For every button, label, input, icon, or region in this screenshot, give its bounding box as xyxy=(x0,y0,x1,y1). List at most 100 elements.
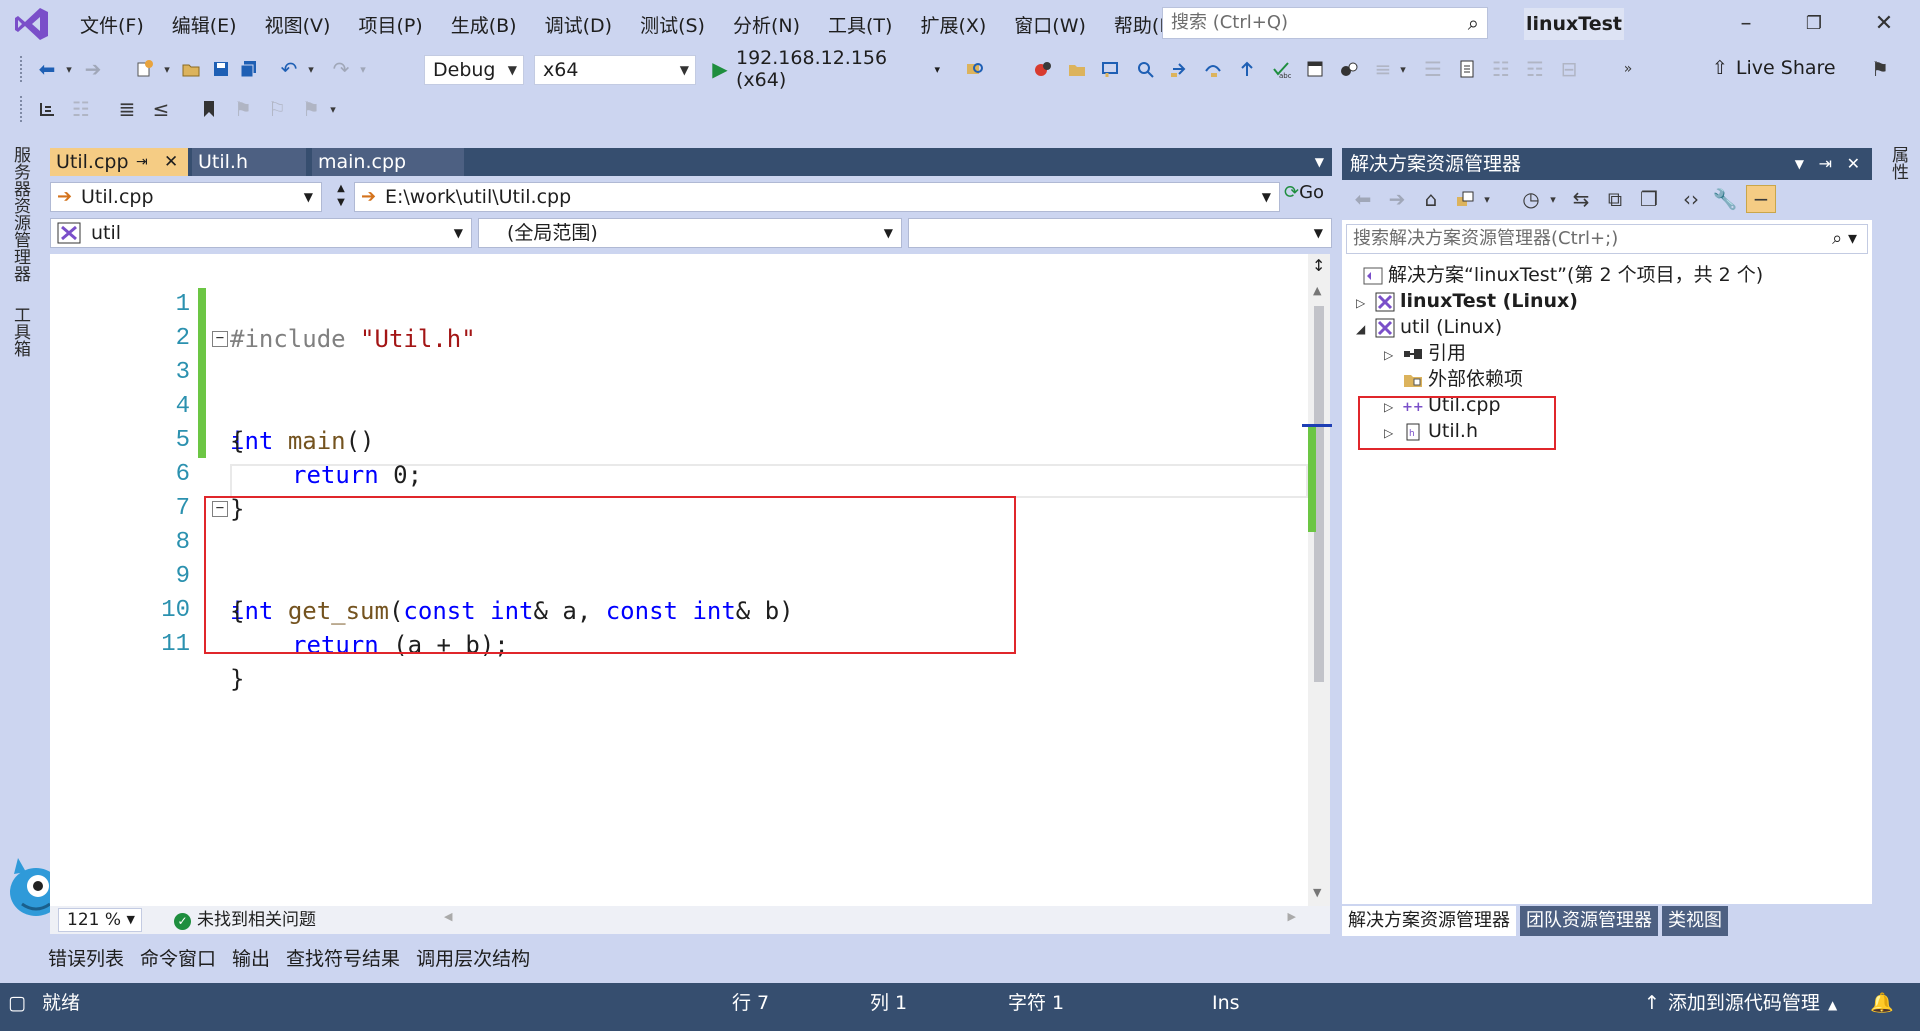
tab-class-view[interactable]: 类视图 xyxy=(1662,906,1728,936)
scroll-left-icon[interactable]: ◀ xyxy=(444,910,452,923)
menu-file[interactable]: 文件(F) xyxy=(66,11,158,38)
restore-icon[interactable]: ❐ xyxy=(1790,6,1838,42)
tree-item-project-util[interactable]: ◢ util (Linux) xyxy=(1356,314,1502,340)
collapse-icon[interactable]: ◢ xyxy=(1356,316,1374,342)
comment-icon[interactable]: ≡ xyxy=(1370,55,1396,83)
global-scope-select[interactable]: (全局范围) ▼ xyxy=(478,218,902,248)
undo-icon[interactable]: ↶ xyxy=(276,55,302,83)
scroll-up-icon[interactable]: ▲ xyxy=(1313,284,1321,297)
spell-check-icon[interactable]: abc xyxy=(1268,55,1294,83)
find-in-files-icon[interactable] xyxy=(962,55,988,83)
chevron-down-icon[interactable]: ▾ xyxy=(1546,185,1560,213)
home-icon[interactable]: ⌂ xyxy=(1418,185,1444,213)
window-position-icon[interactable]: ▼ xyxy=(1795,148,1804,180)
toolbar-overflow-icon[interactable]: ▾ xyxy=(326,95,340,123)
configuration-select[interactable]: Debug ▼ xyxy=(424,55,524,85)
tab-list-dropdown-icon[interactable]: ▼ xyxy=(1315,148,1324,176)
forward-icon[interactable]: ➔ xyxy=(80,55,106,83)
project-scope-select[interactable]: util ▼ xyxy=(50,218,472,248)
notifications-bell-icon[interactable]: 🔔 xyxy=(1870,983,1894,1023)
close-tab-icon[interactable]: ✕ xyxy=(164,148,178,176)
clear-bookmarks-icon[interactable]: ⚑ xyxy=(298,95,324,123)
menu-edit[interactable]: 编辑(E) xyxy=(158,11,251,38)
menu-debug[interactable]: 调试(D) xyxy=(531,11,626,38)
toolbox-tab[interactable]: 工具箱 xyxy=(8,306,33,357)
redo-icon[interactable]: ↷ xyxy=(328,55,354,83)
member-select[interactable]: ▼ xyxy=(908,218,1332,248)
back-dropdown-icon[interactable]: ▾ xyxy=(62,55,76,83)
tab-util-h[interactable]: Util.h xyxy=(192,148,306,176)
tree-item-project-linuxtest[interactable]: ▷ linuxTest (Linux) xyxy=(1356,288,1578,314)
more-dropdown-icon[interactable]: ▾ xyxy=(1396,55,1410,83)
issues-indicator[interactable]: ✓ 未找到相关问题 xyxy=(174,908,316,932)
tab-util-cpp[interactable]: Util.cpp ⇥ ✕ xyxy=(50,148,188,176)
horizontal-scrollbar[interactable]: ◀ ▶ xyxy=(440,906,1300,934)
collapse-all-icon[interactable]: ⧉ xyxy=(1602,185,1628,213)
next-bookmark-icon[interactable]: ⚐ xyxy=(264,95,290,123)
menu-window[interactable]: 窗口(W) xyxy=(1000,11,1100,38)
source-control-button[interactable]: ↑ 添加到源代码管理 ▲ xyxy=(1644,983,1837,1025)
uncomment-lines-icon[interactable]: ≤ xyxy=(148,95,174,123)
feedback-icon[interactable]: ⚑ xyxy=(1866,55,1894,83)
tab-call-hierarchy[interactable]: 调用层次结构 xyxy=(408,942,538,976)
tab-output[interactable]: 输出 xyxy=(224,942,278,976)
split-icon[interactable]: ↕ xyxy=(1312,256,1325,275)
file-path-select[interactable]: ➔ E:\work\util\Util.cpp ▼ xyxy=(354,182,1280,212)
indent-icon[interactable] xyxy=(34,95,60,123)
collapse-block-icon[interactable]: − xyxy=(212,331,228,347)
menu-view[interactable]: 视图(V) xyxy=(251,11,345,38)
diagnostic-icon[interactable] xyxy=(1030,55,1056,83)
outdent-icon[interactable]: ☷ xyxy=(68,95,94,123)
menu-test[interactable]: 测试(S) xyxy=(626,11,719,38)
split-spinner-icon[interactable]: ▲ ▼ xyxy=(330,182,352,212)
step-over-icon[interactable] xyxy=(1200,55,1226,83)
tab-error-list[interactable]: 错误列表 xyxy=(40,942,132,976)
minimize-icon[interactable]: – xyxy=(1722,6,1770,42)
tab-team-explorer[interactable]: 团队资源管理器 xyxy=(1520,906,1658,936)
switch-views-icon[interactable] xyxy=(1452,185,1478,213)
view-code-icon[interactable]: ‹› xyxy=(1678,185,1704,213)
tab-command-window[interactable]: 命令窗口 xyxy=(132,942,224,976)
properties-tab[interactable]: 属性 xyxy=(1886,146,1911,180)
file-select[interactable]: ➔ Util.cpp ▼ xyxy=(50,182,322,212)
tab-find-symbol-results[interactable]: 查找符号结果 xyxy=(278,942,408,976)
toolbar-grip[interactable] xyxy=(20,56,24,82)
live-share-button[interactable]: ⇧ Live Share xyxy=(1712,57,1836,79)
back-icon[interactable]: ⬅ xyxy=(1350,185,1376,213)
prev-bookmark-icon[interactable]: ⚑ xyxy=(230,95,256,123)
back-icon[interactable]: ⬅ xyxy=(34,55,60,83)
zoom-select[interactable]: 121 % ▼ xyxy=(58,908,142,932)
comment-lines-icon[interactable]: ≣ xyxy=(114,95,140,123)
close-icon[interactable]: ✕ xyxy=(1860,6,1908,42)
step-into-icon[interactable] xyxy=(1166,55,1192,83)
toggle-icon[interactable] xyxy=(1336,55,1362,83)
new-dropdown-icon[interactable]: ▾ xyxy=(160,55,174,83)
sync-icon[interactable]: ⇆ xyxy=(1568,185,1594,213)
forward-icon[interactable]: ➔ xyxy=(1384,185,1410,213)
menu-extensions[interactable]: 扩展(X) xyxy=(906,11,1000,38)
bookmark-icon[interactable] xyxy=(196,95,222,123)
tree-item-references[interactable]: ▷ 引用 xyxy=(1384,340,1466,366)
uncomment-icon[interactable]: ☰ xyxy=(1420,55,1446,83)
new-project-icon[interactable] xyxy=(132,55,158,83)
save-icon[interactable] xyxy=(208,55,234,83)
preview-selected-icon[interactable]: − xyxy=(1746,185,1776,213)
menu-tools[interactable]: 工具(T) xyxy=(814,11,906,38)
server-explorer-tab[interactable]: 服务器资源管理器 xyxy=(8,146,33,282)
save-all-icon[interactable] xyxy=(236,55,262,83)
scroll-down-icon[interactable]: ▼ xyxy=(1313,886,1321,899)
close-panel-icon[interactable]: ✕ xyxy=(1847,148,1860,180)
undo-dropdown-icon[interactable]: ▾ xyxy=(304,55,318,83)
window-icon[interactable] xyxy=(1302,55,1328,83)
menu-build[interactable]: 生成(B) xyxy=(437,11,531,38)
tree-icon[interactable]: ☷ xyxy=(1488,55,1514,83)
run-target-button[interactable]: 192.168.12.156 (x64) ▾ xyxy=(736,47,940,91)
pending-changes-icon[interactable]: ◷ xyxy=(1518,185,1544,213)
expand-icon[interactable]: ▷ xyxy=(1356,290,1374,316)
solution-search-input[interactable]: 搜索解决方案资源管理器(Ctrl+;) ⌕ ▾ xyxy=(1346,224,1868,254)
pin-icon[interactable]: ⇥ xyxy=(1819,148,1832,180)
start-debug-icon[interactable]: ▶ xyxy=(708,55,732,83)
menu-analyze[interactable]: 分析(N) xyxy=(719,11,814,38)
menu-project[interactable]: 项目(P) xyxy=(344,11,436,38)
go-button[interactable]: ⟳Go xyxy=(1284,182,1324,203)
